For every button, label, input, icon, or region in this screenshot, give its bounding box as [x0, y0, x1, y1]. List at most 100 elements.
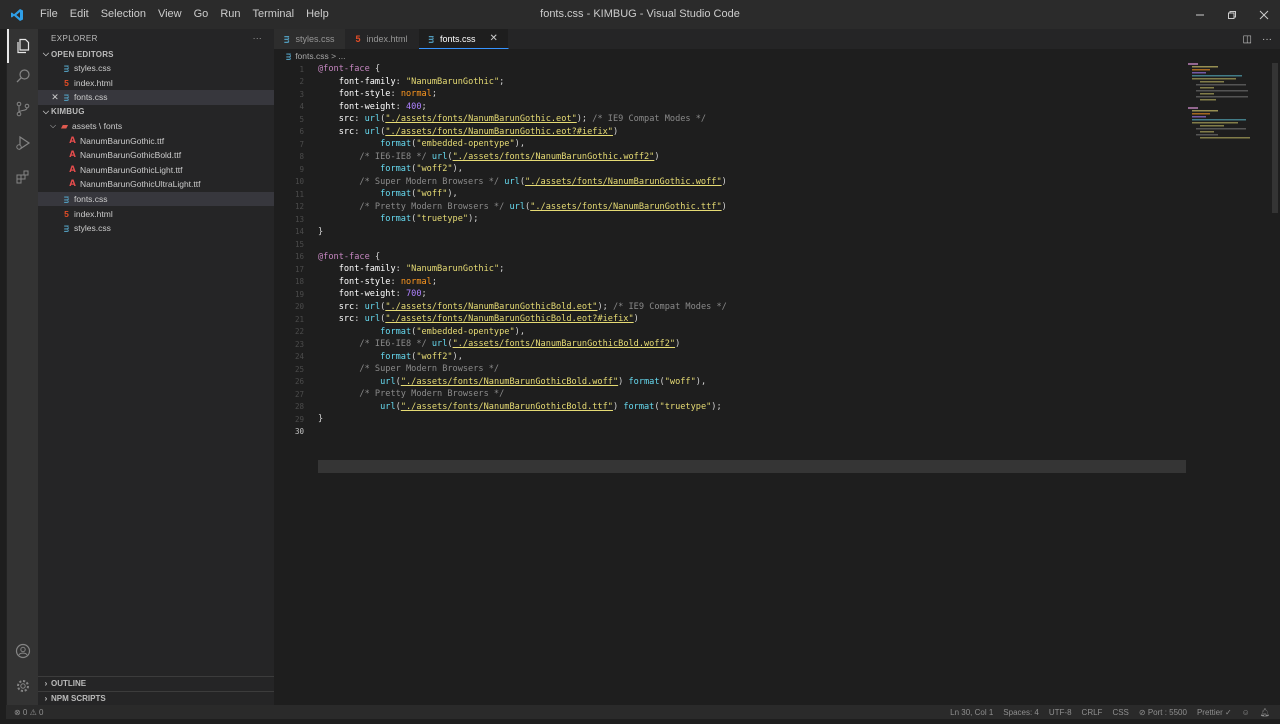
explorer-header: EXPLORER ···	[38, 29, 274, 46]
css-file-icon: ᴟ	[63, 194, 70, 205]
notifications-bell-icon[interactable]: 🔔︎	[1260, 708, 1270, 717]
html-file-icon: 5	[355, 34, 361, 44]
close-tab-icon[interactable]: ✕	[490, 33, 498, 44]
menu-selection[interactable]: Selection	[95, 0, 152, 29]
code-line: 17 font-family: "NanumBarunGothic";	[294, 264, 505, 275]
run-debug-icon[interactable]	[7, 126, 39, 160]
open-editors-section[interactable]: ⌵ OPEN EDITORS	[38, 47, 274, 61]
npm-scripts-title: NPM SCRIPTS	[51, 694, 106, 703]
explorer-icon[interactable]	[7, 29, 39, 63]
end-of-line[interactable]: CRLF	[1082, 708, 1103, 717]
code-line: 15	[294, 239, 304, 249]
menu-bar: File Edit Selection View Go Run Terminal…	[34, 0, 335, 29]
outline-title: OUTLINE	[51, 679, 87, 688]
problems-indicator[interactable]: ⊗ 0 ⚠ 0	[14, 708, 43, 717]
code-editor[interactable]: 1 @font-face { 2 font-family: "NanumBarun…	[274, 63, 1186, 503]
title-bar: File Edit Selection View Go Run Terminal…	[0, 0, 1280, 29]
status-bar: ⊗ 0 ⚠ 0 Ln 30, Col 1 Spaces: 4 UTF-8 CRL…	[6, 705, 1280, 719]
menu-help[interactable]: Help	[300, 0, 335, 29]
menu-file[interactable]: File	[34, 0, 64, 29]
tab-fonts-css[interactable]: ᴟ fonts.css ✕	[418, 29, 509, 49]
breadcrumb-path[interactable]: fonts.css > ...	[295, 51, 345, 61]
breadcrumb: ᴟ fonts.css > ...	[274, 49, 1280, 63]
code-line: 22 format("embedded-opentype"),	[294, 326, 525, 337]
split-editor-icon[interactable]: ◫	[1243, 34, 1252, 45]
menu-view[interactable]: View	[152, 0, 188, 29]
minimize-button[interactable]	[1184, 0, 1216, 29]
code-line: 7 format("embedded-opentype"),	[299, 139, 525, 150]
file-label: NanumBarunGothicBold.ttf	[80, 150, 182, 161]
code-line: 9 format("woff2"),	[299, 164, 463, 175]
settings-gear-icon[interactable]	[7, 669, 39, 703]
more-actions-icon[interactable]: ···	[253, 34, 262, 43]
file-label: fonts.css	[74, 194, 108, 205]
code-line: 26 url("./assets/fonts/NanumBarunGothicB…	[294, 376, 707, 387]
code-line: 6 src: url("./assets/fonts/NanumBarunGot…	[299, 126, 619, 137]
font-file-icon: A	[69, 164, 76, 175]
tab-label: fonts.css	[440, 33, 476, 44]
search-icon[interactable]	[7, 59, 39, 93]
tree-folder-assets-fonts[interactable]: ⌵ ▰ assets \ fonts	[38, 119, 274, 134]
css-file-icon: ᴟ	[63, 92, 70, 103]
tab-bar: ᴟ styles.css 5 index.html ᴟ fonts.css ✕ …	[274, 29, 1280, 49]
tree-file[interactable]: 5 index.html	[38, 206, 274, 221]
restore-button[interactable]	[1216, 0, 1248, 29]
file-label: NanumBarunGothic.ttf	[80, 135, 165, 146]
code-line: 18 font-style: normal;	[294, 276, 438, 287]
open-editor-item[interactable]: 5 index.html	[38, 76, 274, 91]
vertical-scrollbar[interactable]	[1272, 63, 1278, 213]
code-line: 25 /* Super Modern Browsers */	[294, 364, 500, 375]
minimap[interactable]	[1188, 63, 1262, 143]
code-line: 10 /* Super Modern Browsers */ url("./as…	[294, 176, 727, 187]
tab-index-html[interactable]: 5 index.html	[268, 29, 419, 49]
prettier-status[interactable]: Prettier ✓	[1197, 708, 1232, 717]
cursor-position[interactable]: Ln 30, Col 1	[950, 708, 993, 717]
npm-scripts-section[interactable]: › NPM SCRIPTS	[38, 691, 274, 705]
open-editor-item[interactable]: ᴟ styles.css	[38, 61, 274, 76]
code-line: 21 src: url("./assets/fonts/NanumBarunGo…	[294, 314, 639, 325]
extensions-icon[interactable]	[7, 160, 39, 194]
tree-file[interactable]: A NanumBarunGothicBold.ttf	[38, 148, 274, 163]
css-file-icon: ᴟ	[63, 223, 70, 234]
code-line: 28 url("./assets/fonts/NanumBarunGothicB…	[294, 401, 722, 412]
menu-run[interactable]: Run	[214, 0, 246, 29]
vscode-logo-icon	[0, 0, 34, 29]
chevron-down-icon: ⌵	[49, 121, 57, 131]
menu-terminal[interactable]: Terminal	[247, 0, 301, 29]
close-window-button[interactable]	[1248, 0, 1280, 29]
menu-edit[interactable]: Edit	[64, 0, 95, 29]
file-label: NanumBarunGothicLight.ttf	[80, 164, 183, 175]
indentation[interactable]: Spaces: 4	[1003, 708, 1039, 717]
code-line: 11 format("woff"),	[294, 189, 458, 200]
close-icon[interactable]: ✕	[50, 92, 60, 103]
language-mode[interactable]: CSS	[1112, 708, 1128, 717]
html-file-icon: 5	[64, 208, 69, 219]
open-editors-title: OPEN EDITORS	[51, 49, 114, 59]
encoding[interactable]: UTF-8	[1049, 708, 1072, 717]
tree-file[interactable]: ᴟ styles.css	[38, 221, 274, 236]
tree-file[interactable]: A NanumBarunGothicUltraLight.ttf	[38, 177, 274, 192]
menu-go[interactable]: Go	[188, 0, 215, 29]
feedback-icon[interactable]: ☺	[1242, 708, 1250, 717]
tree-file[interactable]: A NanumBarunGothicLight.ttf	[38, 163, 274, 178]
code-line: 4 font-weight: 400;	[299, 101, 427, 112]
code-line: 20 src: url("./assets/fonts/NanumBarunGo…	[294, 301, 727, 312]
open-editor-label: styles.css	[74, 63, 111, 74]
accounts-icon[interactable]	[7, 634, 39, 668]
tree-file-active[interactable]: ᴟ fonts.css	[38, 191, 274, 207]
source-control-icon[interactable]	[7, 92, 39, 126]
chevron-down-icon: ⌵	[42, 49, 50, 58]
live-server-port[interactable]: ⊘ Port : 5500	[1139, 708, 1187, 717]
code-line: 3 font-style: normal;	[299, 89, 438, 100]
more-actions-icon[interactable]: ···	[1262, 34, 1272, 45]
open-editor-item-active[interactable]: ✕ ᴟ fonts.css	[38, 90, 274, 105]
explorer-sidebar: EXPLORER ··· ⌵ OPEN EDITORS ᴟ styles.css…	[38, 29, 274, 705]
code-line: 14}	[294, 226, 324, 237]
tree-file[interactable]: A NanumBarunGothic.ttf	[38, 133, 274, 148]
workspace-section[interactable]: ⌵ KIMBUG	[38, 105, 274, 119]
code-line: 29}	[294, 414, 324, 425]
css-file-icon: ᴟ	[428, 33, 435, 44]
outline-section[interactable]: › OUTLINE	[38, 676, 274, 690]
code-line: 8 /* IE6-IE8 */ url("./assets/fonts/Nanu…	[299, 151, 660, 162]
css-file-icon: ᴟ	[286, 51, 292, 61]
